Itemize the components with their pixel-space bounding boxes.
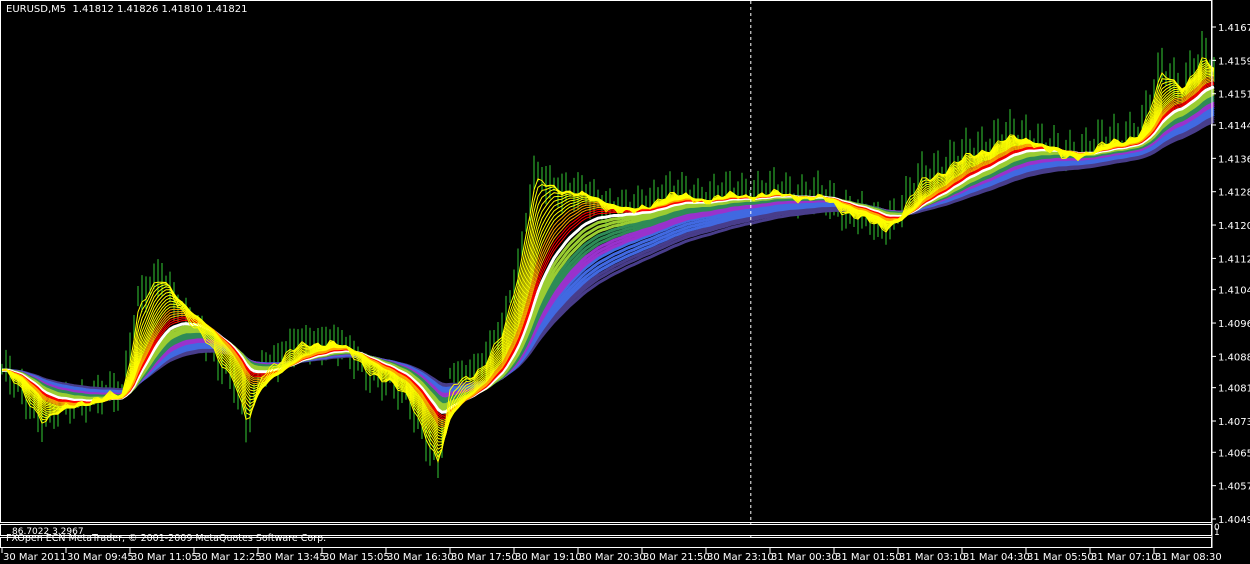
price-tick-label: 1.41675: [1218, 23, 1250, 34]
price-tick-label: 1.40730: [1218, 417, 1250, 428]
price-tick-label: 1.40810: [1218, 384, 1250, 395]
price-chart[interactable]: 1.41675 1.41595 1.41515 1.41440 1.41360 1.412…: [0, 0, 1250, 564]
time-tick-label: 30 Mar 2011: [3, 552, 66, 563]
time-tick-label: 31 Mar 05:50: [1027, 552, 1094, 563]
time-tick-label: 30 Mar 12:25: [195, 552, 262, 563]
time-tick-label: 31 Mar 00:30: [771, 552, 838, 563]
time-tick-label: 30 Mar 13:45: [259, 552, 326, 563]
price-tick-label: 1.40575: [1218, 482, 1250, 493]
price-tick-label: 1.41360: [1218, 154, 1250, 165]
subwindow-scale-bottom: 1: [1214, 528, 1220, 538]
price-tick-label: 1.41120: [1218, 254, 1250, 265]
price-tick-label: 1.40885: [1218, 352, 1250, 363]
symbol-label: EURUSD,M5: [6, 4, 67, 15]
time-tick-label: 31 Mar 04:30: [963, 552, 1030, 563]
ohlc-values: 1.41812 1.41826 1.41810 1.41821: [72, 4, 248, 15]
price-tick-label: 1.40655: [1218, 448, 1250, 459]
time-tick-label: 30 Mar 19:10: [515, 552, 582, 563]
time-tick-label: 30 Mar 15:05: [323, 552, 390, 563]
price-tick-label: 1.41200: [1218, 221, 1250, 232]
price-tick-label: 1.40495: [1218, 515, 1250, 526]
price-tick-label: 1.41515: [1218, 90, 1250, 101]
price-axis: 1.41675 1.41595 1.41515 1.41440 1.41360 1.412…: [1212, 23, 1250, 526]
price-tick-label: 1.41280: [1218, 188, 1250, 199]
time-tick-label: 30 Mar 20:30: [579, 552, 646, 563]
time-tick-label: 31 Mar 01:50: [835, 552, 902, 563]
price-tick-label: 1.40965: [1218, 319, 1250, 330]
time-tick-label: 30 Mar 23:10: [707, 552, 774, 563]
time-tick-label: 30 Mar 11:05: [131, 552, 198, 563]
time-axis: 30 Mar 2011 30 Mar 09:4530 Mar 11:0530 Ma…: [1, 548, 1222, 563]
price-tick-label: 1.41595: [1218, 56, 1250, 67]
time-tick-label: 30 Mar 09:45: [67, 552, 134, 563]
price-tick-label: 1.41440: [1218, 121, 1250, 132]
time-tick-label: 30 Mar 17:50: [451, 552, 518, 563]
time-tick-label: 31 Mar 03:10: [899, 552, 966, 563]
time-tick-label: 30 Mar 21:50: [643, 552, 710, 563]
time-tick-label: 30 Mar 16:30: [387, 552, 454, 563]
time-tick-label: 31 Mar 07:10: [1091, 552, 1158, 563]
time-tick-label: 31 Mar 08:30: [1155, 552, 1222, 563]
chart-header: EURUSD,M5 1.41812 1.41826 1.41810 1.4182…: [6, 4, 247, 15]
price-tick-label: 1.41045: [1218, 286, 1250, 297]
copyright-text: FXOpen ECN MetaTrader, © 2001-2009 MetaQ…: [6, 533, 327, 544]
